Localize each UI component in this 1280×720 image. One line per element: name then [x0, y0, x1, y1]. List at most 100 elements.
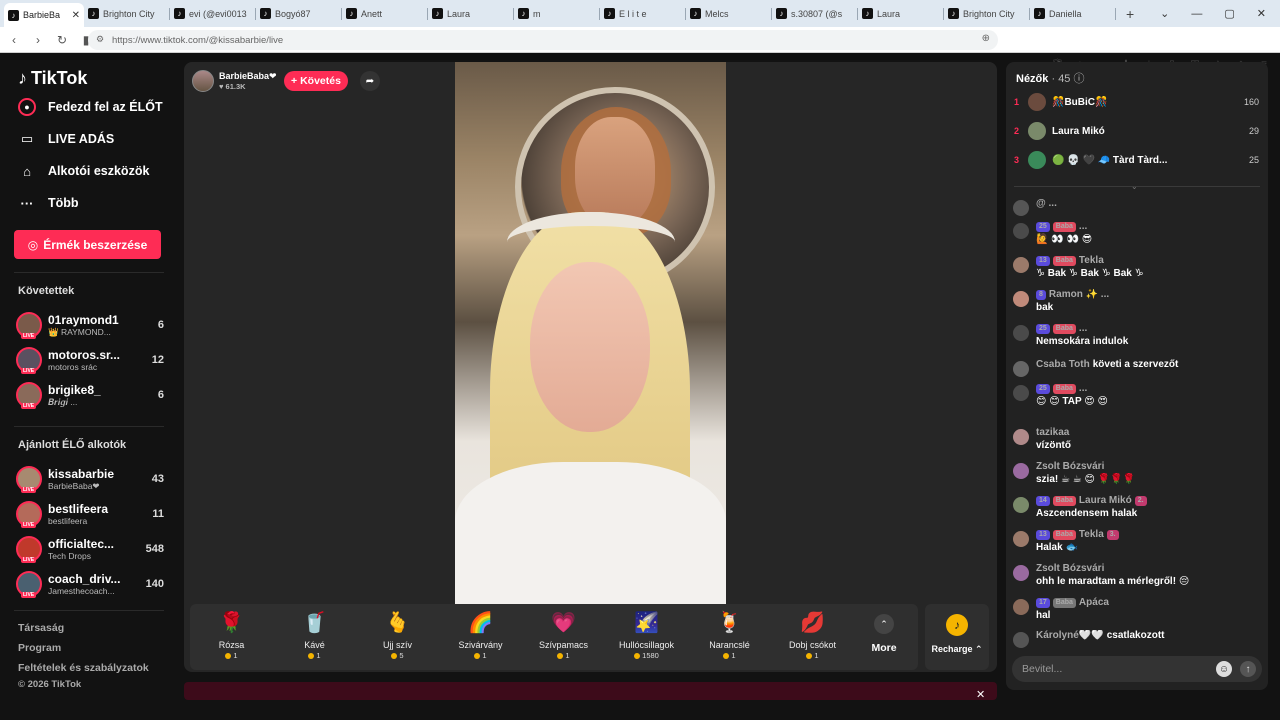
- avatar[interactable]: [1013, 325, 1029, 341]
- account-item[interactable]: LIVE bestlifeera bestlifeera 11: [16, 499, 164, 529]
- avatar[interactable]: [1013, 531, 1029, 547]
- avatar[interactable]: [1013, 223, 1029, 239]
- avatar[interactable]: [1013, 599, 1029, 615]
- back-icon[interactable]: ‹: [4, 33, 24, 47]
- emoji-icon[interactable]: ☺: [1216, 661, 1232, 677]
- avatar[interactable]: [1013, 632, 1029, 648]
- gift-item[interactable]: 🥤 Kávé 1: [273, 604, 356, 670]
- gift-item[interactable]: 🌈 Szivárvány 1: [439, 604, 522, 670]
- nav-creator-tools[interactable]: ⌂ Alkotói eszközök: [18, 162, 149, 180]
- get-coins-button[interactable]: ◎ Érmék beszerzése: [14, 230, 161, 259]
- browser-tab[interactable]: ♪ E l i t e: [600, 3, 686, 25]
- new-tab-button[interactable]: +: [1126, 6, 1134, 22]
- rank-number: 2: [1014, 126, 1020, 136]
- maximize-icon[interactable]: ▢: [1224, 7, 1234, 20]
- bottom-banner[interactable]: [184, 682, 997, 700]
- nav-explore-live[interactable]: ● Fedezd fel az ÉLŐT: [18, 98, 163, 116]
- account-item[interactable]: LIVE 01raymond1 👑 RAYMOND... 6: [16, 310, 164, 340]
- footer-company[interactable]: Társaság: [18, 622, 64, 634]
- close-icon[interactable]: ✕: [976, 688, 985, 701]
- chat-username[interactable]: Csaba Toth: [1036, 359, 1090, 370]
- browser-tab[interactable]: ♪ Daniella: [1030, 3, 1116, 25]
- chat-username[interactable]: tazikaa: [1036, 427, 1069, 438]
- footer-program[interactable]: Program: [18, 642, 61, 654]
- chat-input[interactable]: Bevitel... ☺ ↑: [1012, 656, 1262, 682]
- close-window-icon[interactable]: ✕: [1257, 7, 1266, 20]
- gift-item[interactable]: 🫰 Ujj szív 5: [356, 604, 439, 670]
- avatar[interactable]: [1013, 385, 1029, 401]
- nav-more[interactable]: ··· Több: [18, 194, 79, 212]
- reload-icon[interactable]: ↻: [52, 33, 72, 47]
- browser-tab[interactable]: ♪ Brighton City: [944, 3, 1030, 25]
- avatar[interactable]: [1013, 291, 1029, 307]
- avatar[interactable]: [1013, 463, 1029, 479]
- account-subtitle: Tech Drops: [48, 551, 91, 561]
- avatar[interactable]: [1013, 429, 1029, 445]
- chat-username[interactable]: @ ...: [1036, 198, 1057, 209]
- browser-tab[interactable]: ♪ Brighton City: [84, 3, 170, 25]
- chat-username[interactable]: Zsolt Bózsvári: [1036, 563, 1104, 574]
- forward-icon[interactable]: ›: [28, 33, 48, 47]
- viewers-header[interactable]: Nézők · 45 ⓘ: [1016, 70, 1085, 86]
- account-item[interactable]: LIVE motoros.sr... motoros srác 12: [16, 345, 164, 375]
- host-info[interactable]: BarbieBaba❤ ♥ 61.3K: [192, 70, 277, 92]
- chat-username[interactable]: Apáca: [1079, 597, 1109, 608]
- close-tab-icon[interactable]: ✕: [72, 10, 80, 21]
- browser-tab[interactable]: ♪ s.30807 (@s: [772, 3, 858, 25]
- chat-username[interactable]: Zsolt Bózsvári: [1036, 461, 1104, 472]
- chevron-down-icon[interactable]: ⌄: [1131, 182, 1138, 191]
- browser-tab[interactable]: ♪ Melcs: [686, 3, 772, 25]
- gift-item[interactable]: 💗 Szívpamacs 1: [522, 604, 605, 670]
- zoom-icon[interactable]: ⊕: [982, 33, 990, 44]
- tiktok-logo[interactable]: ♪ TikTok: [18, 68, 87, 89]
- account-item[interactable]: LIVE brigike8_ 𝑩𝒓𝒊𝒈𝒊 ... 6: [16, 380, 164, 410]
- more-gifts-button[interactable]: ⌃ More: [854, 604, 914, 670]
- browser-tab[interactable]: ♪ Anett: [342, 3, 428, 25]
- avatar[interactable]: [1013, 497, 1029, 513]
- avatar[interactable]: [1013, 257, 1029, 273]
- account-names: coach_driv... Jamesthecoach...: [48, 572, 146, 596]
- fan-badge: Baba: [1052, 255, 1076, 266]
- chat-username[interactable]: ...: [1079, 323, 1087, 334]
- share-icon[interactable]: ➦: [360, 71, 380, 91]
- account-item[interactable]: LIVE coach_driv... Jamesthecoach... 140: [16, 569, 164, 599]
- top-viewer-row[interactable]: 1 🎊BuBiC🎊 160: [1014, 90, 1259, 114]
- avatar[interactable]: [1013, 361, 1029, 377]
- account-subtitle: Jamesthecoach...: [48, 586, 115, 596]
- browser-tab[interactable]: ♪ Laura: [858, 3, 944, 25]
- site-info-icon[interactable]: ⚙: [96, 34, 104, 45]
- gift-item[interactable]: 🌹 Rózsa 1: [190, 604, 273, 670]
- browser-tab[interactable]: ♪ BarbieBa ✕: [4, 3, 84, 27]
- browser-tab[interactable]: ♪ Laura: [428, 3, 514, 25]
- gift-item[interactable]: 💋 Dobj csókot 1: [771, 604, 854, 670]
- chat-username[interactable]: Tekla: [1079, 255, 1104, 266]
- footer-terms[interactable]: Feltételek és szabályzatok: [18, 662, 149, 674]
- nav-live-studio[interactable]: ▭ LIVE ADÁS: [18, 130, 114, 148]
- top-viewer-row[interactable]: 2 Laura Mikó 29: [1014, 119, 1259, 143]
- send-icon[interactable]: ↑: [1240, 661, 1256, 677]
- chat-username[interactable]: Károlyné🤍🤍: [1036, 630, 1104, 641]
- host-avatar[interactable]: [192, 70, 214, 92]
- chat-username[interactable]: ...: [1079, 383, 1087, 394]
- avatar[interactable]: [1013, 200, 1029, 216]
- minimize-icon[interactable]: —: [1191, 8, 1202, 20]
- live-video[interactable]: [455, 62, 726, 604]
- chat-username[interactable]: ...: [1079, 221, 1087, 232]
- follow-button[interactable]: + Követés: [284, 71, 348, 91]
- chat-username[interactable]: Ramon ✨ ...: [1049, 289, 1109, 300]
- recharge-button[interactable]: ♪ Recharge ⌃: [925, 604, 989, 670]
- top-viewer-row[interactable]: 3 🟢 💀 🖤 🧢 Tàrd Tàrd... 25: [1014, 148, 1259, 172]
- gift-item[interactable]: 🍹 Narancslé 1: [688, 604, 771, 670]
- chat-username[interactable]: Laura Mikó: [1079, 495, 1132, 506]
- chat-username[interactable]: Tekla: [1079, 529, 1104, 540]
- browser-tab[interactable]: ♪ evi (@evi0013: [170, 3, 256, 25]
- info-icon[interactable]: ⓘ: [1074, 73, 1085, 85]
- avatar[interactable]: [1013, 565, 1029, 581]
- account-item[interactable]: LIVE kissabarbie BarbieBaba❤ 43: [16, 464, 164, 494]
- chevron-down-icon[interactable]: ⌄: [1160, 7, 1169, 20]
- gift-item[interactable]: 🌠 Hullócsillagok 1580: [605, 604, 688, 670]
- url-field[interactable]: ⚙ https://www.tiktok.com/@kissabarbie/li…: [88, 30, 998, 50]
- account-item[interactable]: LIVE officialtec... Tech Drops 548: [16, 534, 164, 564]
- browser-tab[interactable]: ♪ m: [514, 3, 600, 25]
- browser-tab[interactable]: ♪ Bogyó87: [256, 3, 342, 25]
